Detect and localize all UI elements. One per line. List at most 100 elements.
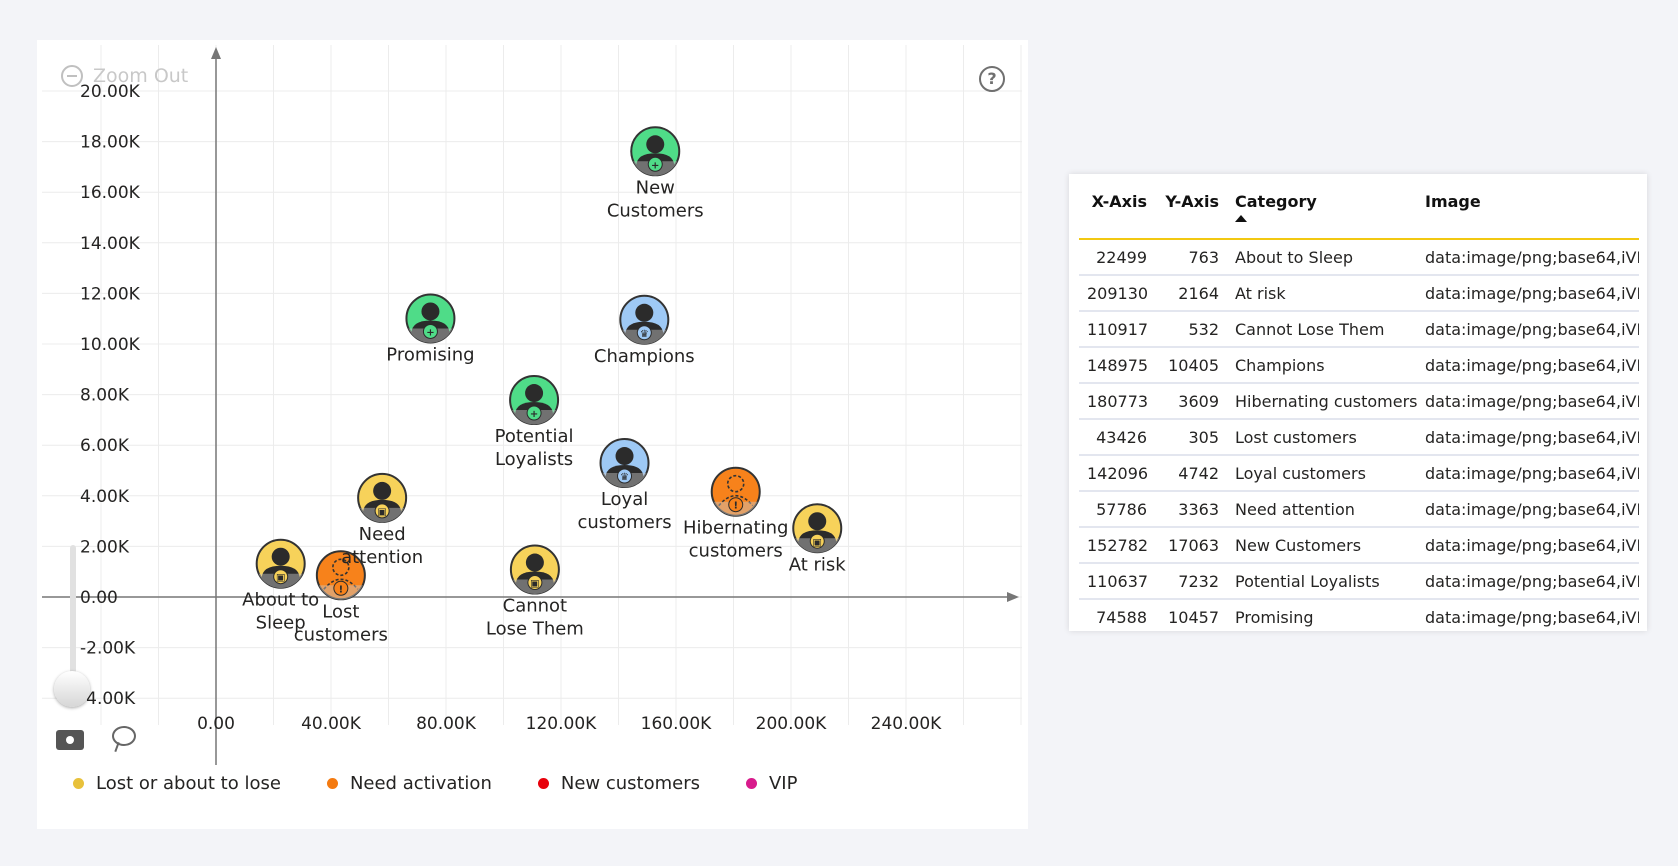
- legend-item[interactable]: Lost or about to lose: [73, 773, 281, 794]
- cell-image: data:image/png;base64,iVBC: [1417, 347, 1639, 384]
- legend-label: Need activation: [349, 773, 492, 794]
- x-tick-label: 240.00K: [871, 714, 942, 734]
- legend-marker-icon: [537, 778, 549, 789]
- data-point-label: Cannot: [503, 596, 568, 617]
- cell-x-axis: 142096: [1079, 455, 1155, 492]
- legend-label: VIP: [768, 773, 798, 794]
- select-tool-icon[interactable]: [56, 730, 84, 750]
- column-header-category[interactable]: Category: [1227, 184, 1417, 239]
- legend-marker-icon: [745, 778, 757, 789]
- x-tick-label: 40.00K: [301, 714, 362, 734]
- y-tick-label: 10.00K: [80, 335, 141, 355]
- table-row[interactable]: 152782 17063 New Customers data:image/png;b…: [1079, 527, 1639, 564]
- data-point-label: Hibernating: [683, 518, 788, 539]
- zoom-out-label: Zoom Out: [93, 65, 189, 87]
- data-point-label: Customers: [607, 200, 704, 221]
- cell-image: data:image/png;base64,iVBC: [1417, 455, 1639, 492]
- y-tick-label: 12.00K: [80, 284, 141, 304]
- legend-marker-icon: [73, 778, 84, 789]
- cell-x-axis: 22499: [1079, 239, 1155, 276]
- data-point-label: Lost: [322, 601, 359, 622]
- cell-category: Hibernating customers: [1227, 383, 1417, 420]
- cell-category: Promising: [1235, 607, 1314, 627]
- data-point[interactable]: + Promising: [386, 293, 475, 365]
- cell-x-axis: 180773: [1079, 383, 1155, 420]
- data-point[interactable]: ▣About toSleep: [242, 538, 319, 634]
- scatter-chart[interactable]: 20.00K18.00K16.00K14.00K12.00K10.00K8.00…: [37, 40, 1028, 829]
- help-icon[interactable]: ?: [979, 66, 1005, 92]
- badge-glyph: ▣: [276, 573, 285, 584]
- y-tick-label: 6.00K: [80, 436, 130, 456]
- cell-x-axis: 74588: [1096, 607, 1147, 627]
- legend-label: Lost or about to lose: [96, 773, 281, 794]
- table-row[interactable]: 110917 532 Cannot Lose Them data:image/png;…: [1079, 311, 1639, 348]
- cell-image: data:image/png;base64,iVBC: [1417, 419, 1639, 456]
- x-tick-label: 160.00K: [641, 714, 712, 734]
- y-tick-label: 0.00: [80, 588, 118, 608]
- table-row[interactable]: 142096 4742 Loyal customers data:image/png;…: [1079, 455, 1639, 492]
- y-tick-label: -2.00K: [80, 639, 136, 659]
- cell-x-axis: 110637: [1079, 563, 1155, 600]
- data-point-label: Promising: [386, 344, 474, 365]
- legend-item[interactable]: VIP: [745, 773, 798, 794]
- badge-glyph: +: [530, 409, 538, 420]
- y-tick-label: 2.00K: [80, 537, 130, 557]
- table-row[interactable]: 57786 3363 Need attention data:image/png;ba…: [1079, 491, 1639, 528]
- cell-y-axis: 2164: [1155, 275, 1227, 312]
- legend-label: New customers: [560, 773, 700, 794]
- column-header-image[interactable]: Image: [1417, 184, 1639, 239]
- data-point-label: customers: [689, 541, 783, 562]
- person-head-icon: [635, 303, 654, 322]
- cell-category: Loyal customers: [1227, 455, 1417, 492]
- cell-y-axis: 532: [1155, 311, 1227, 348]
- data-point-label: Lose Them: [486, 619, 584, 640]
- table-row[interactable]: 43426 305 Lost customers data:image/png;bas…: [1079, 419, 1639, 456]
- cell-image: data:image/png;base64,iVBC: [1417, 275, 1639, 312]
- cell-y-axis: 7232: [1155, 563, 1227, 600]
- table-header-row: X-Axis Y-Axis Category Image: [1079, 184, 1639, 239]
- table-row[interactable]: 148975 10405 Champions data:image/png;base6…: [1079, 347, 1639, 384]
- cell-category: Potential Loyalists: [1227, 563, 1417, 600]
- cell-category: New Customers: [1227, 527, 1417, 564]
- data-table: X-Axis Y-Axis Category Image 22499 763 Abo…: [1079, 184, 1639, 631]
- data-point[interactable]: ! Hibernatingcustomers: [683, 466, 788, 562]
- badge-glyph: ▣: [530, 579, 539, 590]
- data-point[interactable]: ▣ CannotLose Them: [486, 544, 584, 640]
- badge-glyph: ♛: [640, 329, 649, 340]
- cell-y-axis: 3363: [1155, 491, 1227, 528]
- badge-glyph: ▣: [813, 537, 822, 548]
- y-axis-arrow-icon: [211, 47, 221, 59]
- data-point-label: At risk: [789, 554, 847, 575]
- table-row[interactable]: 110637 7232 Potential Loyalists data:image/…: [1079, 563, 1639, 600]
- legend-item[interactable]: New customers: [537, 773, 700, 794]
- person-head-icon: [421, 302, 440, 321]
- data-point-label: About to: [242, 590, 319, 611]
- data-point-label: Potential: [495, 426, 574, 447]
- sort-ascending-icon: [1235, 215, 1247, 222]
- zoom-out-button[interactable]: Zoom Out: [61, 65, 188, 87]
- data-point[interactable]: ♛ Champions: [594, 294, 695, 367]
- column-header-category-label: Category: [1235, 192, 1317, 211]
- lasso-tool-icon[interactable]: [112, 726, 136, 746]
- data-point-label: Champions: [594, 346, 695, 367]
- legend-item[interactable]: Need activation: [326, 773, 492, 794]
- cell-x-axis: 43426: [1079, 419, 1155, 456]
- zoom-slider-track[interactable]: [70, 545, 76, 685]
- data-point-label: New: [636, 177, 675, 198]
- column-header-x-axis[interactable]: X-Axis: [1079, 184, 1155, 239]
- table-row[interactable]: 180773 3609 Hibernating customers data:imag…: [1079, 383, 1639, 420]
- table-row[interactable]: 74588 10457 Promising data:image/png;base64…: [1079, 599, 1639, 631]
- cell-category: Cannot Lose Them: [1227, 311, 1417, 348]
- data-point[interactable]: ♛ Loyalcustomers: [577, 438, 672, 533]
- cell-image: data:image/png;base64,iVBC: [1417, 383, 1639, 420]
- data-point[interactable]: ▣ Needattention: [341, 472, 423, 568]
- data-point[interactable]: ▣ At risk: [789, 503, 847, 575]
- badge-glyph: !: [339, 584, 344, 595]
- column-header-y-axis[interactable]: Y-Axis: [1155, 184, 1227, 239]
- zoom-slider-thumb[interactable]: [54, 671, 90, 707]
- cell-category: About to Sleep: [1227, 239, 1417, 276]
- data-point-label: Loyal: [601, 489, 648, 510]
- table-row[interactable]: 22499 763 About to Sleep data:image/png;bas…: [1079, 239, 1639, 276]
- table-row[interactable]: 209130 2164 At risk data:image/png;base64,i…: [1079, 275, 1639, 312]
- data-point[interactable]: + PotentialLoyalists: [495, 375, 574, 470]
